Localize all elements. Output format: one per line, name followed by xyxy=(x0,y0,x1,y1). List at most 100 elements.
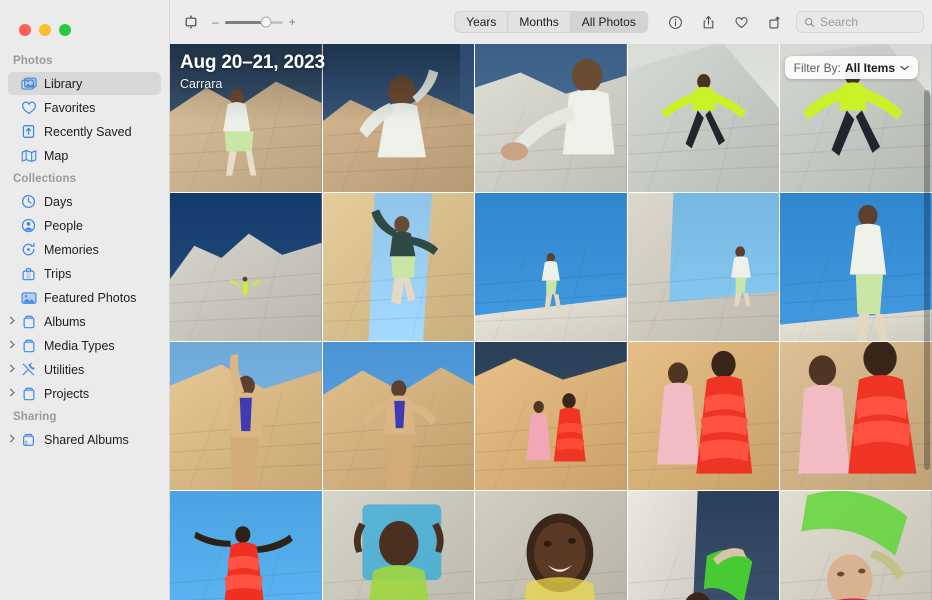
photo-thumbnail[interactable] xyxy=(322,491,475,600)
photo-image xyxy=(627,193,780,341)
chevron-down-icon[interactable] xyxy=(900,63,909,73)
info-icon[interactable] xyxy=(664,11,686,33)
photo-grid-area: Aug 20–21, 2023 Carrara Filter By: All I… xyxy=(170,44,932,600)
disclosure-triangle-icon[interactable] xyxy=(9,316,19,327)
slider-track[interactable] xyxy=(224,16,283,28)
clock-icon xyxy=(20,194,37,209)
disclosure-triangle-icon[interactable] xyxy=(9,388,19,399)
sidebar-item-library[interactable]: Library xyxy=(8,72,161,95)
sidebar-item-shared-albums[interactable]: Shared Albums xyxy=(8,428,161,451)
sidebar-item-label: People xyxy=(44,218,83,233)
tab-years[interactable]: Years xyxy=(455,12,509,32)
sidebar-item-favorites[interactable]: Favorites xyxy=(8,96,161,119)
photo-image xyxy=(170,491,322,600)
sidebar-list: Photos Library Favorites Recently Saved Map C… xyxy=(0,44,169,451)
photo-thumbnail[interactable] xyxy=(170,491,322,600)
sidebar-section-header-photos: Photos xyxy=(13,55,53,67)
vertical-scrollbar[interactable] xyxy=(924,90,930,470)
memories-icon xyxy=(20,242,37,257)
sidebar-item-utilities[interactable]: Utilities xyxy=(8,358,161,381)
photo-thumbnail[interactable] xyxy=(475,44,627,192)
sidebar-item-map[interactable]: Map xyxy=(8,144,161,167)
shared-album-icon xyxy=(20,432,37,447)
sidebar-section-header-sharing: Sharing xyxy=(13,411,57,423)
sidebar-item-label: Shared Albums xyxy=(44,432,129,447)
rotate-icon[interactable] xyxy=(763,11,785,33)
thumbnail-size-slider[interactable]: – + xyxy=(212,16,296,28)
disclosure-triangle-icon[interactable] xyxy=(9,434,19,445)
photo-image xyxy=(475,491,627,600)
zoom-in-label[interactable]: + xyxy=(289,16,296,28)
sidebar-item-days[interactable]: Days xyxy=(8,190,161,213)
photo-image xyxy=(627,342,780,490)
sidebar: Photos Library Favorites Recently Saved Map C… xyxy=(0,0,170,600)
sidebar-item-projects[interactable]: Projects xyxy=(8,382,161,405)
photo-image xyxy=(170,342,322,490)
sidebar-item-label: Favorites xyxy=(44,100,96,115)
featured-photos-icon xyxy=(20,290,37,305)
photo-thumbnail[interactable] xyxy=(170,44,322,192)
photo-thumbnail[interactable] xyxy=(627,342,780,490)
slider-knob[interactable] xyxy=(260,16,272,28)
search-icon xyxy=(804,17,814,27)
toolbar: – + Years Months All Photos Search xyxy=(170,0,932,44)
sidebar-item-featured-photos[interactable]: Featured Photos xyxy=(8,286,161,309)
sidebar-item-label: Memories xyxy=(44,242,99,257)
share-icon[interactable] xyxy=(697,11,719,33)
search-input[interactable]: Search xyxy=(796,11,924,33)
toolbar-right-group: Search xyxy=(664,11,924,33)
tab-all-photos[interactable]: All Photos xyxy=(570,12,647,32)
filter-label: Filter By: xyxy=(793,60,841,75)
filter-by-dropdown[interactable]: Filter By: All Items xyxy=(784,56,918,79)
photo-grid xyxy=(170,44,932,600)
heart-icon[interactable] xyxy=(730,11,752,33)
photo-thumbnail[interactable] xyxy=(627,193,780,341)
photo-thumbnail[interactable] xyxy=(780,342,932,490)
sidebar-item-recently-saved[interactable]: Recently Saved xyxy=(8,120,161,143)
photo-thumbnail[interactable] xyxy=(475,491,627,600)
photo-image xyxy=(322,44,475,192)
sidebar-item-memories[interactable]: Memories xyxy=(8,238,161,261)
photo-thumbnail[interactable] xyxy=(322,342,475,490)
photo-thumbnail[interactable] xyxy=(780,193,932,341)
tab-months[interactable]: Months xyxy=(508,12,571,32)
photo-thumbnail[interactable] xyxy=(780,491,932,600)
sidebar-item-people[interactable]: People xyxy=(8,214,161,237)
photo-thumbnail[interactable] xyxy=(322,193,475,341)
person-icon xyxy=(20,218,37,233)
sidebar-item-label: Trips xyxy=(44,266,72,281)
toolbar-left-group: – + xyxy=(180,11,296,33)
search-placeholder: Search xyxy=(820,15,859,29)
sidebar-toggle-icon[interactable] xyxy=(180,11,202,33)
zoom-out-label[interactable]: – xyxy=(212,16,219,28)
photo-image xyxy=(780,193,932,341)
photo-thumbnail[interactable] xyxy=(627,44,780,192)
sidebar-section-header-collections: Collections xyxy=(13,173,77,185)
photo-thumbnail[interactable] xyxy=(170,193,322,341)
sidebar-item-label: Projects xyxy=(44,386,90,401)
close-button[interactable] xyxy=(19,23,31,36)
photo-thumbnail[interactable] xyxy=(170,342,322,490)
filter-value: All Items xyxy=(844,60,895,75)
view-mode-segmented-control: Years Months All Photos xyxy=(454,11,648,33)
main-area: – + Years Months All Photos Search Aug 2… xyxy=(170,0,932,600)
photo-thumbnail[interactable] xyxy=(322,44,475,192)
photo-image xyxy=(780,491,932,600)
sidebar-item-media-types[interactable]: Media Types xyxy=(8,334,161,357)
photo-thumbnail[interactable] xyxy=(475,342,627,490)
sidebar-item-trips[interactable]: Trips xyxy=(8,262,161,285)
segmented-group: Years Months All Photos xyxy=(454,11,648,33)
sidebar-item-albums[interactable]: Albums xyxy=(8,310,161,333)
zoom-button[interactable] xyxy=(59,23,71,36)
utilities-icon xyxy=(20,362,37,377)
photo-thumbnail[interactable] xyxy=(627,491,780,600)
recently-saved-icon xyxy=(20,124,37,139)
photo-thumbnail[interactable] xyxy=(475,193,627,341)
album-icon xyxy=(20,338,37,353)
sidebar-item-label: Days xyxy=(44,194,73,209)
minimize-button[interactable] xyxy=(39,23,51,36)
disclosure-triangle-icon[interactable] xyxy=(9,340,19,351)
disclosure-triangle-icon[interactable] xyxy=(9,364,19,375)
sidebar-item-label: Library xyxy=(44,76,83,91)
photo-image xyxy=(475,193,627,341)
